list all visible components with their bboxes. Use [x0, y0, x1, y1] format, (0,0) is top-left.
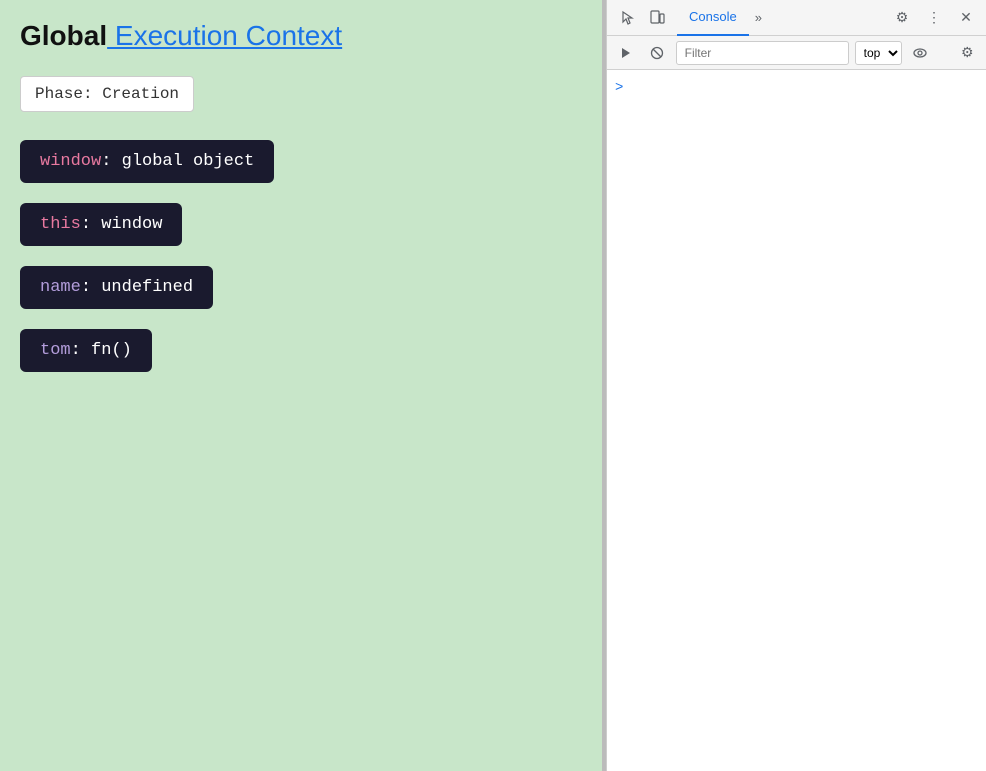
block-icon[interactable]	[644, 40, 669, 66]
name-key: name	[40, 278, 81, 297]
device-icon[interactable]	[643, 4, 671, 32]
settings-gear-icon[interactable]: ⚙	[888, 4, 916, 32]
window-value: global object	[122, 152, 255, 171]
tom-badge: tom: fn()	[20, 329, 152, 372]
top-dropdown[interactable]: top	[855, 41, 902, 65]
devtools-top-toolbar: Console » ⚙ ⋮ ✕	[607, 0, 986, 36]
this-key: this	[40, 215, 81, 234]
tab-console[interactable]: Console	[677, 0, 749, 36]
page-title: Global Execution Context	[20, 20, 582, 52]
gear2-icon[interactable]: ⚙	[955, 40, 980, 66]
title-bold: Global	[20, 20, 107, 51]
eye-icon[interactable]	[908, 40, 933, 66]
console-caret[interactable]: >	[607, 76, 986, 100]
cursor-icon[interactable]	[613, 4, 641, 32]
name-value: undefined	[101, 278, 193, 297]
left-panel: Global Execution Context Phase: Creation…	[0, 0, 602, 771]
phase-badge: Phase: Creation	[20, 76, 194, 112]
filter-input[interactable]	[676, 41, 849, 65]
tom-key: tom	[40, 341, 71, 360]
window-badge: window: global object	[20, 140, 274, 183]
devtools-panel: Console » ⚙ ⋮ ✕ top	[606, 0, 986, 771]
title-link[interactable]: Execution Context	[107, 20, 342, 51]
play-icon[interactable]	[613, 40, 638, 66]
tom-value: fn()	[91, 341, 132, 360]
window-key: window	[40, 152, 101, 171]
devtools-settings-area: ⚙ ⋮ ✕	[888, 4, 980, 32]
phase-label: Phase: Creation	[35, 85, 179, 103]
tab-more-button[interactable]: »	[749, 10, 768, 25]
more-vert-icon[interactable]: ⋮	[920, 4, 948, 32]
close-icon[interactable]: ✕	[952, 4, 980, 32]
devtools-tabs: Console »	[677, 0, 886, 36]
badges-container: window: global object this: window name:…	[20, 140, 582, 386]
this-badge: this: window	[20, 203, 182, 246]
this-value: window	[101, 215, 162, 234]
devtools-second-toolbar: top ⚙	[607, 36, 986, 70]
name-badge: name: undefined	[20, 266, 213, 309]
console-content: >	[607, 70, 986, 771]
toolbar2-spacer	[939, 40, 949, 66]
